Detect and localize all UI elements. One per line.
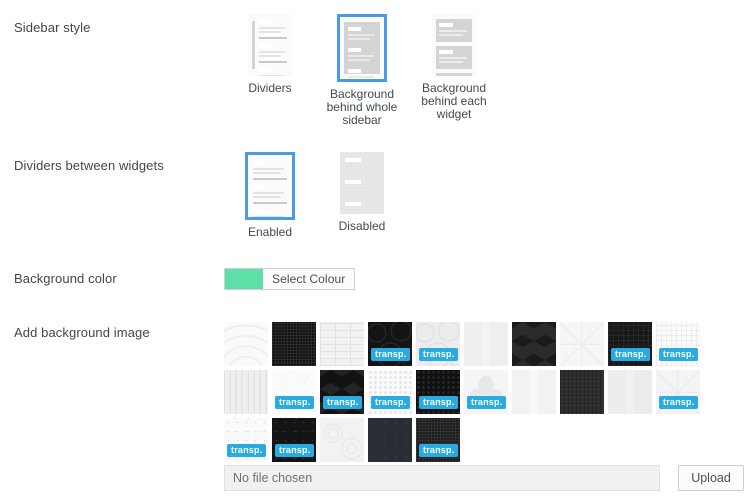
- sidebar-style-caption-whole-sidebar: Background behind whole sidebar: [326, 87, 398, 127]
- pattern-swatch-p10[interactable]: transp.: [656, 322, 700, 366]
- background-pattern-grid: transp. transp. transp. transp. transp. trans…: [224, 322, 754, 462]
- upload-button[interactable]: Upload: [678, 465, 744, 491]
- file-upload-row: No file chosen Upload: [224, 465, 744, 491]
- pattern-preview: [224, 322, 268, 366]
- dividers-between-widgets-control: Enabled Disabled: [224, 152, 754, 239]
- pattern-swatch-p3[interactable]: [320, 322, 364, 366]
- sidebar-style-thumb-each-widget[interactable]: [432, 14, 476, 76]
- pattern-preview: [416, 322, 460, 366]
- sidebar-style-caption-dividers: Dividers: [248, 81, 292, 95]
- thumb-lines: [248, 14, 292, 76]
- pattern-preview: [224, 418, 268, 462]
- sidebar-style-option-dividers[interactable]: Dividers: [224, 14, 316, 95]
- pattern-swatch-p23[interactable]: [320, 418, 364, 462]
- file-chooser-field[interactable]: No file chosen: [224, 465, 660, 491]
- pattern-swatch-p16[interactable]: transp.: [464, 370, 508, 414]
- pattern-preview: [608, 322, 652, 366]
- dividers-between-widgets-label: Dividers between widgets: [14, 158, 164, 173]
- background-color-row: Background color Select Colour: [0, 268, 754, 292]
- pattern-swatch-p5[interactable]: transp.: [416, 322, 460, 366]
- pattern-preview: [608, 370, 652, 414]
- pattern-swatch-p8[interactable]: [560, 322, 604, 366]
- sidebar-style-option-each-widget[interactable]: Background behind each widget: [408, 14, 500, 121]
- pattern-preview: [416, 418, 460, 462]
- pattern-preview: [368, 322, 412, 366]
- pattern-swatch-p19[interactable]: [608, 370, 652, 414]
- sidebar-style-options: Dividers Background behind whole sidebar…: [224, 14, 754, 127]
- dividers-caption-enabled: Enabled: [247, 225, 293, 239]
- pattern-swatch-p4[interactable]: transp.: [368, 322, 412, 366]
- pattern-swatch-p20[interactable]: transp.: [656, 370, 700, 414]
- pattern-preview: [512, 322, 556, 366]
- dividers-option-enabled[interactable]: Enabled: [224, 152, 316, 239]
- pattern-preview: [560, 370, 604, 414]
- pattern-preview: [272, 322, 316, 366]
- background-image-row: Add background image transp. transp. trans…: [0, 322, 754, 462]
- dividers-thumb-disabled[interactable]: [340, 152, 384, 214]
- thumb-canvas: [248, 14, 292, 76]
- pattern-preview: [656, 322, 700, 366]
- sidebar-style-row: Sidebar style Dividers Background behind…: [0, 14, 754, 127]
- dividers-between-widgets-row: Dividers between widgets Enabled Disable…: [0, 152, 754, 239]
- background-image-label: Add background image: [14, 325, 150, 340]
- pattern-preview: [512, 370, 556, 414]
- pattern-swatch-p21[interactable]: transp.: [224, 418, 268, 462]
- pattern-swatch-p17[interactable]: [512, 370, 556, 414]
- pattern-preview: [368, 418, 412, 462]
- sidebar-style-label: Sidebar style: [14, 20, 91, 35]
- pattern-swatch-p1[interactable]: [224, 322, 268, 366]
- dividers-options: Enabled Disabled: [224, 152, 754, 239]
- dividers-option-disabled[interactable]: Disabled: [316, 152, 408, 233]
- pattern-swatch-p7[interactable]: [512, 322, 556, 366]
- pattern-preview: [320, 418, 364, 462]
- select-colour-label: Select Colour: [263, 269, 355, 289]
- thumb-lines: [248, 155, 292, 217]
- background-image-control: transp. transp. transp. transp. transp. trans…: [224, 322, 754, 462]
- pattern-preview: [368, 370, 412, 414]
- sidebar-style-caption-each-widget: Background behind each widget: [421, 81, 487, 121]
- pattern-swatch-p11[interactable]: [224, 370, 268, 414]
- pattern-preview: [320, 370, 364, 414]
- file-chooser-placeholder: No file chosen: [233, 471, 313, 485]
- sidebar-style-thumb-dividers[interactable]: [248, 14, 292, 76]
- dividers-thumb-enabled[interactable]: [245, 152, 295, 220]
- sidebar-style-thumb-whole-sidebar[interactable]: [337, 14, 387, 82]
- pattern-swatch-p12[interactable]: transp.: [272, 370, 316, 414]
- pattern-swatch-p6[interactable]: [464, 322, 508, 366]
- pattern-preview: [560, 322, 604, 366]
- pattern-swatch-p13[interactable]: transp.: [320, 370, 364, 414]
- pattern-preview: [224, 370, 268, 414]
- pattern-preview: [416, 370, 460, 414]
- sidebar-settings-panel: Sidebar style Dividers Background behind…: [0, 0, 754, 503]
- thumb-canvas: [340, 152, 384, 214]
- thumb-canvas: [248, 155, 292, 217]
- pattern-preview: [272, 418, 316, 462]
- sidebar-panel-shape: [344, 22, 380, 78]
- thumb-lines: [340, 152, 384, 214]
- pattern-swatch-p2[interactable]: [272, 322, 316, 366]
- pattern-swatch-p25[interactable]: transp.: [416, 418, 460, 462]
- background-color-control: Select Colour: [224, 268, 754, 292]
- widget-panels-shape: [432, 14, 476, 76]
- background-color-label: Background color: [14, 271, 117, 286]
- select-colour-button[interactable]: Select Colour: [224, 268, 356, 290]
- pattern-preview: [272, 370, 316, 414]
- sidebar-style-control: Dividers Background behind whole sidebar…: [224, 14, 754, 127]
- pattern-preview: [464, 370, 508, 414]
- pattern-swatch-p15[interactable]: transp.: [416, 370, 460, 414]
- pattern-preview: [320, 322, 364, 366]
- background-color-swatch[interactable]: [225, 269, 263, 289]
- dividers-caption-disabled: Disabled: [338, 219, 386, 233]
- pattern-swatch-p14[interactable]: transp.: [368, 370, 412, 414]
- thumb-canvas: [340, 17, 384, 79]
- pattern-swatch-p18[interactable]: [560, 370, 604, 414]
- pattern-swatch-p22[interactable]: transp.: [272, 418, 316, 462]
- pattern-preview: [656, 370, 700, 414]
- upload-button-label: Upload: [691, 471, 731, 485]
- pattern-swatch-p24[interactable]: [368, 418, 412, 462]
- sidebar-style-option-whole-sidebar[interactable]: Background behind whole sidebar: [316, 14, 408, 127]
- pattern-preview: [464, 322, 508, 366]
- thumb-canvas: [432, 14, 476, 76]
- pattern-swatch-p9[interactable]: transp.: [608, 322, 652, 366]
